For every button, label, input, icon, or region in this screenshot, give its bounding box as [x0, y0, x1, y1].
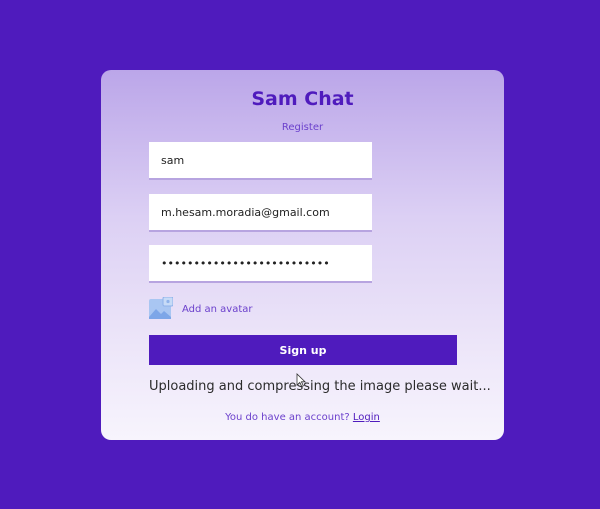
- image-icon: [149, 296, 174, 321]
- add-avatar-label: Add an avatar: [182, 303, 253, 315]
- upload-status-text: Uploading and compressing the image plea…: [149, 379, 491, 394]
- app-title: Sam Chat: [251, 88, 354, 110]
- password-field[interactable]: [149, 245, 372, 283]
- add-avatar-button[interactable]: Add an avatar: [149, 296, 253, 321]
- name-field[interactable]: [149, 142, 372, 180]
- mouse-cursor-icon: [296, 373, 306, 387]
- login-link[interactable]: Login: [353, 412, 380, 423]
- login-prompt-text: You do have an account?: [225, 412, 350, 423]
- email-field[interactable]: [149, 194, 372, 232]
- page-background: Sam Chat Register Add an avatar Sign up …: [0, 0, 600, 509]
- form-subtitle: Register: [281, 122, 324, 133]
- login-prompt: You do have an account? Login: [101, 412, 504, 423]
- signup-button[interactable]: Sign up: [149, 335, 457, 365]
